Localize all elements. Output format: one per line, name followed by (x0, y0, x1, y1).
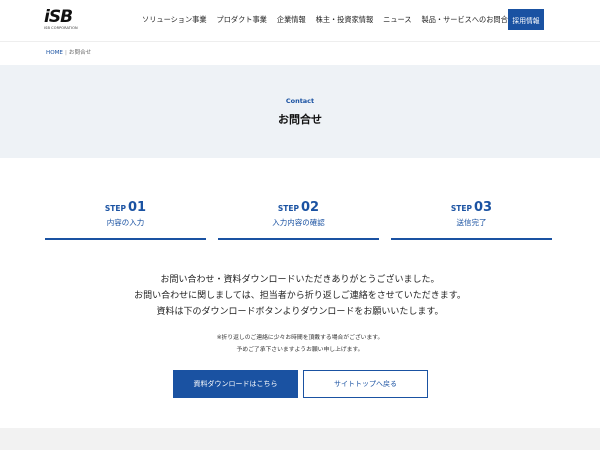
nav-item-ir[interactable]: 株主・投資家情報 (316, 15, 374, 25)
step-3-label: 送信完了 (456, 218, 487, 227)
site-header: iSB ISB CORPORATION ソリューション事業 プロダクト事業 企業… (0, 0, 600, 40)
breadcrumb-bar: HOME | お問合せ (0, 41, 600, 64)
step-3: STEP 03 送信完了 (391, 198, 552, 240)
nav-item-company[interactable]: 企業情報 (277, 15, 306, 25)
message-line-3: 資料は下のダウンロードボタンよりダウンロードをお願いいたします。 (156, 307, 444, 317)
step-3-word: STEP (450, 204, 473, 213)
page-title-band: Contact お問合せ (0, 65, 600, 158)
step-2-heading: STEP 02 (218, 198, 379, 217)
note-line-2: 予めご了承下さいますようお願い申し上げます。 (236, 347, 364, 353)
breadcrumb-home-link[interactable]: HOME (46, 50, 63, 56)
logo-subtext: ISB CORPORATION (44, 26, 78, 30)
back-to-top-button[interactable]: サイトトップへ戻る (303, 370, 428, 398)
notice-text: ※折り返しのご連絡に少々お時間を頂戴する場合がございます。 予めご了承下さいます… (0, 332, 600, 356)
note-line-1: ※折り返しのご連絡に少々お時間を頂戴する場合がございます。 (216, 335, 384, 341)
breadcrumb-separator: | (64, 50, 67, 56)
page-title: お問合せ (278, 113, 322, 126)
step-indicator: STEP 01 内容の入力 STEP 02 入力内容の確認 STEP 03 送信完了 (45, 198, 552, 240)
global-nav: ソリューション事業 プロダクト事業 企業情報 株主・投資家情報 ニュース 製品・… (142, 15, 525, 25)
nav-item-product[interactable]: プロダクト事業 (217, 15, 267, 25)
step-1-number: 01 (128, 200, 147, 215)
nav-item-solution[interactable]: ソリューション事業 (142, 15, 207, 25)
message-line-1: お問い合わせ・資料ダウンロードいただきありがとうございました。 (160, 275, 440, 285)
step-1-label: 内容の入力 (106, 218, 145, 227)
step-3-number: 03 (474, 200, 493, 215)
footer-strip (0, 428, 600, 450)
message-line-2: お問い合わせに関しましては、担当者から折り返しご連絡をさせていただきます。 (134, 291, 466, 301)
page-title-en: Contact (285, 97, 315, 105)
step-2-label: 入力内容の確認 (272, 218, 325, 227)
nav-item-news[interactable]: ニュース (383, 15, 411, 25)
step-2-word: STEP (277, 204, 300, 213)
step-3-heading: STEP 03 (391, 198, 552, 217)
breadcrumb: HOME | お問合せ (46, 48, 91, 56)
recruit-button[interactable]: 採用情報 (508, 9, 544, 30)
step-3-underline (391, 238, 552, 240)
step-2-number: 02 (301, 200, 320, 215)
step-2: STEP 02 入力内容の確認 (218, 198, 379, 240)
step-1-heading: STEP 01 (45, 198, 206, 217)
breadcrumb-current: お問合せ (68, 50, 92, 56)
step-2-underline (218, 238, 379, 240)
logo-mark: iSB (44, 7, 73, 27)
download-button[interactable]: 資料ダウンロードはこちら (173, 370, 298, 398)
step-1: STEP 01 内容の入力 (45, 198, 206, 240)
step-1-underline (45, 238, 206, 240)
company-logo[interactable]: iSB ISB CORPORATION (44, 9, 84, 33)
nav-item-contact[interactable]: 製品・サービスへのお問合せ (422, 15, 515, 25)
thank-you-message: お問い合わせ・資料ダウンロードいただきありがとうございました。 お問い合わせに関… (0, 272, 600, 320)
step-1-word: STEP (104, 204, 127, 213)
